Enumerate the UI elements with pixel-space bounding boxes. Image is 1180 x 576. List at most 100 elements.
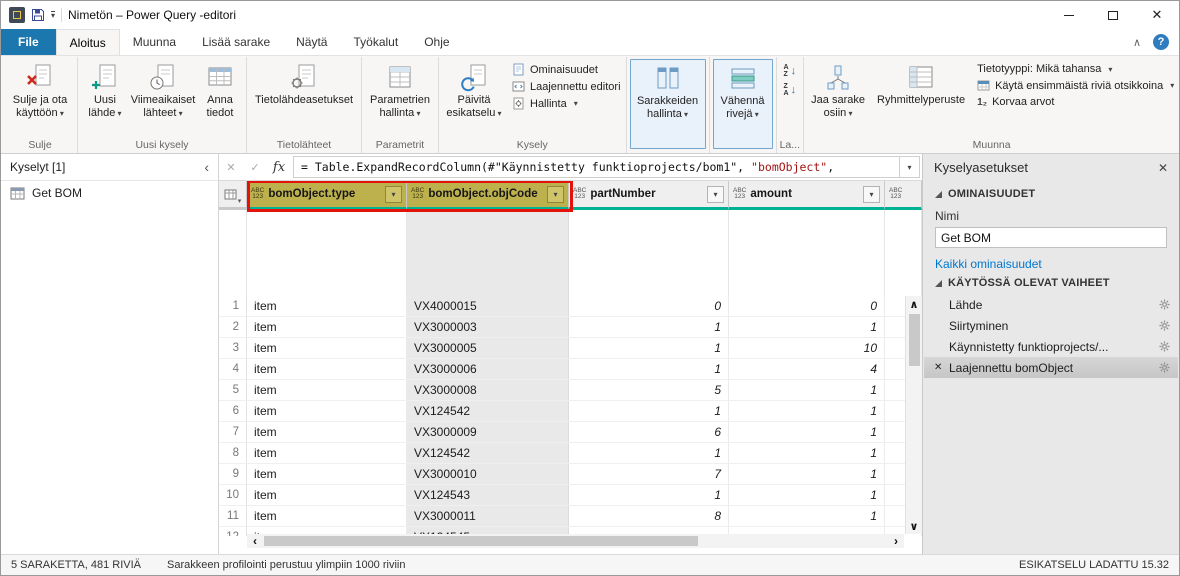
grid-cell[interactable]: item <box>247 485 407 505</box>
filter-dropdown-icon[interactable]: ▾ <box>707 186 724 203</box>
reduce-rows-button[interactable]: Vähennä rivejä <box>713 59 773 149</box>
column-header-partNumber[interactable]: ABC123partNumber▾ <box>569 181 729 210</box>
applied-step[interactable]: Lähde <box>924 294 1178 315</box>
group-by-button[interactable]: Ryhmittelyperuste <box>871 59 971 107</box>
grid-cell[interactable]: 1 <box>569 317 729 337</box>
gear-icon[interactable] <box>1159 341 1170 352</box>
scroll-up-icon[interactable]: ∧ <box>906 296 922 312</box>
grid-cell[interactable]: VX3000011 <box>407 506 569 526</box>
grid-cell[interactable]: VX124542 <box>407 443 569 463</box>
close-and-apply-button[interactable]: Sulje ja ota käyttöön <box>6 59 74 120</box>
row-number[interactable]: 10 <box>219 485 247 505</box>
expand-formula-bar-icon[interactable]: ▾ <box>900 156 920 178</box>
scroll-down-icon[interactable]: ∨ <box>906 518 922 534</box>
grid-cell[interactable]: item <box>247 296 407 316</box>
tab-aloitus[interactable]: Aloitus <box>56 29 120 55</box>
manage-button[interactable]: Hallinta <box>512 97 621 110</box>
gear-icon[interactable] <box>1159 320 1170 331</box>
grid-cell[interactable]: item <box>247 338 407 358</box>
grid-cell[interactable]: 6 <box>569 422 729 442</box>
column-header-bomObject.objCode[interactable]: ABC123bomObject.objCode▾ <box>407 181 569 210</box>
grid-cell[interactable]: 10 <box>729 338 885 358</box>
query-item-get-bom[interactable]: Get BOM <box>1 181 218 205</box>
grid-cell[interactable]: VX124543 <box>407 485 569 505</box>
grid-cell[interactable]: 1 <box>729 317 885 337</box>
close-button[interactable]: ✕ <box>1135 1 1179 29</box>
filter-dropdown-icon[interactable]: ▾ <box>863 186 880 203</box>
collapse-ribbon-icon[interactable]: ∧ <box>1133 36 1141 49</box>
row-number[interactable]: 5 <box>219 380 247 400</box>
quick-access-dropdown-icon[interactable]: ▾ <box>51 11 55 19</box>
close-settings-icon[interactable]: ✕ <box>1158 161 1168 175</box>
data-type-button[interactable]: Tietotyyppi: Mikä tahansa <box>977 63 1174 75</box>
replace-values-button[interactable]: 1₂ Korvaa arvot <box>977 96 1174 108</box>
tab-muunna[interactable]: Muunna <box>120 29 189 55</box>
sort-descending-button[interactable]: Z A ↓ <box>784 83 797 97</box>
applied-step[interactable]: Siirtyminen <box>924 315 1178 336</box>
horizontal-scrollbar[interactable]: ‹ › <box>247 534 904 548</box>
grid-cell[interactable]: item <box>247 506 407 526</box>
refresh-preview-button[interactable]: Päivitä esikatselu <box>442 59 506 120</box>
row-number[interactable]: 8 <box>219 443 247 463</box>
grid-cell[interactable]: item <box>247 443 407 463</box>
column-header-partial[interactable]: ABC123 <box>885 181 922 210</box>
row-number[interactable]: 6 <box>219 401 247 421</box>
all-properties-link[interactable]: Kaikki ominaisuudet <box>935 257 1167 271</box>
grid-cell[interactable]: item <box>247 464 407 484</box>
tab-tyokalut[interactable]: Työkalut <box>340 29 411 55</box>
tab-ohje[interactable]: Ohje <box>411 29 462 55</box>
collapse-queries-pane-icon[interactable]: ‹ <box>204 159 209 175</box>
sort-ascending-button[interactable]: A Z ↓ <box>784 64 797 78</box>
filter-dropdown-icon[interactable]: ▾ <box>385 186 402 203</box>
row-number[interactable]: 2 <box>219 317 247 337</box>
help-icon[interactable]: ? <box>1153 34 1169 50</box>
row-number[interactable]: 3 <box>219 338 247 358</box>
row-number[interactable]: 9 <box>219 464 247 484</box>
maximize-button[interactable] <box>1091 1 1135 29</box>
minimize-button[interactable] <box>1047 1 1091 29</box>
grid-cell[interactable]: item <box>247 422 407 442</box>
grid-cell[interactable]: 1 <box>569 359 729 379</box>
row-number[interactable]: 1 <box>219 296 247 316</box>
grid-cell[interactable]: VX3000008 <box>407 380 569 400</box>
properties-button[interactable]: Ominaisuudet <box>512 63 621 76</box>
recent-sources-button[interactable]: Viimeaikaiset lähteet <box>131 59 195 120</box>
scroll-right-icon[interactable]: › <box>888 534 904 548</box>
save-icon[interactable] <box>31 8 45 22</box>
applied-step[interactable]: Käynnistetty funktioprojects/... <box>924 336 1178 357</box>
properties-section-header[interactable]: OMINAISUUDET <box>935 188 1167 200</box>
grid-cell[interactable]: VX3000006 <box>407 359 569 379</box>
grid-cell[interactable]: VX3000005 <box>407 338 569 358</box>
grid-cell[interactable]: 7 <box>569 464 729 484</box>
grid-cell[interactable]: item <box>247 359 407 379</box>
grid-cell[interactable]: item <box>247 380 407 400</box>
column-header-amount[interactable]: ABC123amount▾ <box>729 181 885 210</box>
vertical-scrollbar[interactable]: ∧ ∨ <box>905 296 922 534</box>
grid-cell[interactable]: 0 <box>569 296 729 316</box>
row-number[interactable]: 11 <box>219 506 247 526</box>
grid-cell[interactable]: 1 <box>569 485 729 505</box>
tab-lisaa-sarake[interactable]: Lisää sarake <box>189 29 283 55</box>
vertical-scroll-thumb[interactable] <box>909 314 920 366</box>
grid-cell[interactable]: 1 <box>729 506 885 526</box>
enter-data-button[interactable]: Anna tiedot <box>197 59 243 120</box>
grid-cell[interactable]: VX4000015 <box>407 296 569 316</box>
confirm-formula-icon[interactable]: ✓ <box>243 154 267 180</box>
applied-step[interactable]: ✕Laajennettu bomObject <box>924 357 1178 378</box>
grid-cell[interactable]: 1 <box>569 443 729 463</box>
gear-icon[interactable] <box>1159 299 1170 310</box>
grid-cell[interactable]: 4 <box>729 359 885 379</box>
horizontal-scroll-thumb[interactable] <box>264 536 698 546</box>
tab-nayta[interactable]: Näytä <box>283 29 340 55</box>
grid-cell[interactable]: 1 <box>729 422 885 442</box>
use-first-row-as-headers-button[interactable]: Käytä ensimmäistä riviä otsikkoina <box>977 79 1174 92</box>
grid-cell[interactable]: 8 <box>569 506 729 526</box>
tab-file[interactable]: File <box>1 29 56 55</box>
split-column-button[interactable]: Jaa sarake osiin <box>807 59 869 120</box>
grid-cell[interactable]: VX3000009 <box>407 422 569 442</box>
grid-cell[interactable]: 1 <box>569 401 729 421</box>
grid-cell[interactable]: VX124542 <box>407 401 569 421</box>
advanced-editor-button[interactable]: Laajennettu editori <box>512 80 621 93</box>
row-number[interactable]: 12 <box>219 527 247 536</box>
query-name-input[interactable] <box>935 227 1167 248</box>
